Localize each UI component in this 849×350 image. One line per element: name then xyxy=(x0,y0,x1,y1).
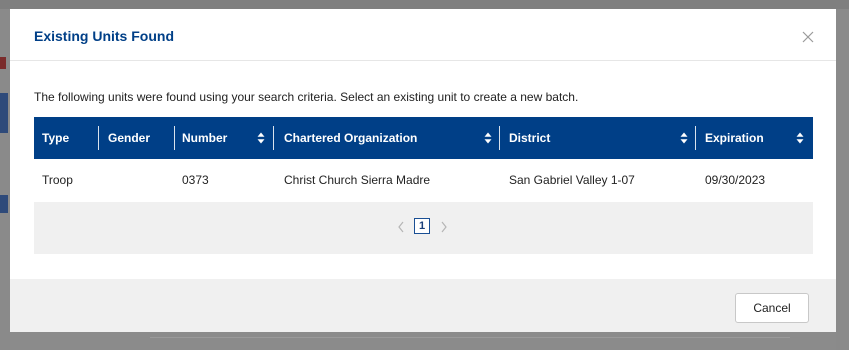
units-table: Type Gender Number Chartered Organizatio… xyxy=(34,117,813,254)
column-label: Number xyxy=(182,131,228,145)
dialog-footer: Cancel xyxy=(10,279,836,332)
column-divider xyxy=(499,126,500,150)
column-header-expiration[interactable]: Expiration xyxy=(705,117,795,159)
chevron-left-icon[interactable] xyxy=(396,220,406,234)
cell-type: Troop xyxy=(42,173,73,187)
background-nav-fragment xyxy=(0,93,8,133)
background-divider xyxy=(150,337,790,338)
background-nav-fragment xyxy=(0,195,8,213)
column-divider xyxy=(273,126,274,150)
background-logo-fragment xyxy=(0,57,6,69)
cancel-button[interactable]: Cancel xyxy=(735,293,809,323)
close-icon xyxy=(802,31,814,43)
sort-icon[interactable] xyxy=(796,132,804,144)
sort-icon[interactable] xyxy=(484,132,492,144)
column-label: District xyxy=(509,131,551,145)
column-label: Chartered Organization xyxy=(284,131,418,145)
sort-icon[interactable] xyxy=(680,132,688,144)
dialog-description: The following units were found using you… xyxy=(34,90,579,104)
background-app-top xyxy=(0,0,849,9)
table-row[interactable]: Troop 0373 Christ Church Sierra Madre Sa… xyxy=(34,159,813,202)
column-divider xyxy=(174,126,175,150)
column-divider xyxy=(695,126,696,150)
column-header-chartered-organization[interactable]: Chartered Organization xyxy=(284,117,484,159)
page-number-button[interactable]: 1 xyxy=(414,218,430,234)
sort-icon[interactable] xyxy=(257,132,265,144)
table-header: Type Gender Number Chartered Organizatio… xyxy=(34,117,813,159)
chevron-right-icon[interactable] xyxy=(439,220,449,234)
background-app-right xyxy=(836,9,849,350)
dialog-header: Existing Units Found xyxy=(10,9,836,61)
pagination: 1 xyxy=(34,202,813,254)
column-label: Expiration xyxy=(705,131,764,145)
existing-units-dialog: Existing Units Found The following units… xyxy=(10,9,836,332)
column-header-type: Type xyxy=(42,117,92,159)
cell-number: 0373 xyxy=(182,173,209,187)
column-header-gender: Gender xyxy=(108,117,168,159)
cell-district: San Gabriel Valley 1-07 xyxy=(509,173,635,187)
close-button[interactable] xyxy=(798,27,818,47)
background-app-bottom xyxy=(10,332,836,350)
background-app-left xyxy=(0,9,10,350)
cell-chartered-organization: Christ Church Sierra Madre xyxy=(284,173,431,187)
cell-expiration: 09/30/2023 xyxy=(705,173,766,187)
column-label: Type xyxy=(42,131,70,145)
dialog-title: Existing Units Found xyxy=(34,28,174,44)
column-divider xyxy=(98,126,99,150)
column-label: Gender xyxy=(108,131,151,145)
column-header-district[interactable]: District xyxy=(509,117,679,159)
